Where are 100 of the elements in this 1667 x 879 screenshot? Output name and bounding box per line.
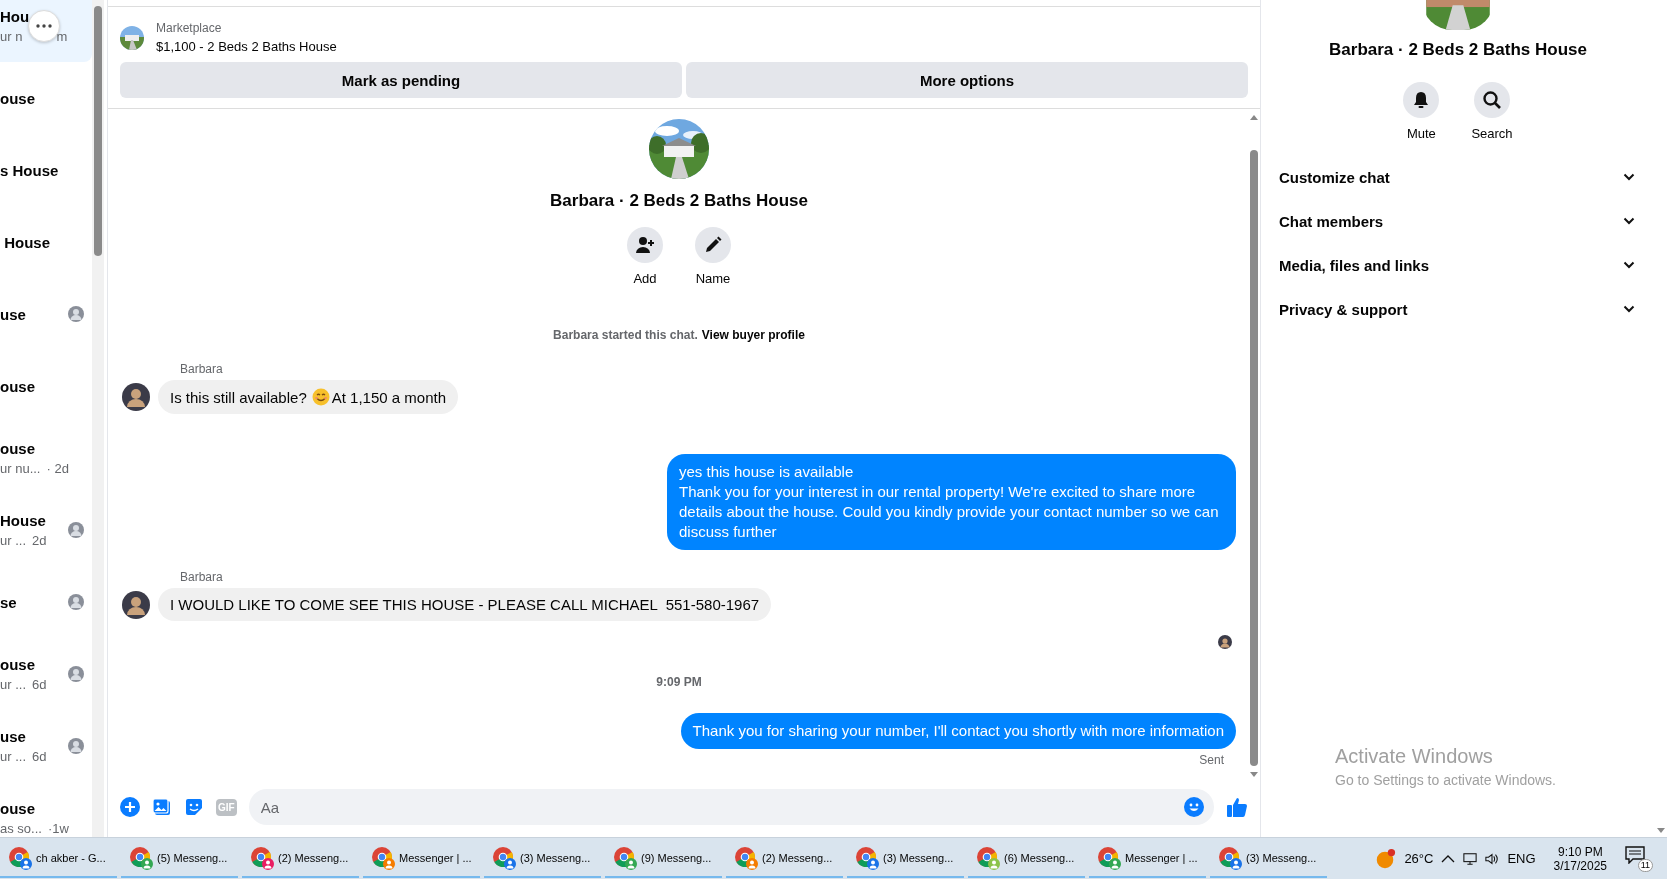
view-profile-link[interactable]: View buyer profile — [701, 328, 805, 342]
image-icon[interactable] — [152, 797, 172, 817]
conversation-time: 2d — [32, 533, 47, 548]
taskbar-item[interactable]: Messenger | ... — [363, 839, 480, 878]
more-icon — [36, 24, 52, 28]
search-button[interactable] — [1474, 82, 1510, 118]
language-indicator[interactable]: ENG — [1507, 851, 1536, 866]
conversation-time: 6d — [32, 677, 47, 692]
rename-button[interactable] — [695, 227, 731, 263]
section-header[interactable]: Chat members — [1279, 199, 1635, 243]
sticker-icon[interactable] — [184, 797, 204, 817]
section-header[interactable]: Customize chat — [1279, 155, 1635, 199]
taskbar-item[interactable]: (9) Messeng... — [605, 839, 722, 878]
activation-title: Activate Windows — [1335, 745, 1494, 768]
avatar — [122, 383, 150, 411]
timestamp: 9:09 PM — [656, 675, 702, 689]
conversation-preview: ur nu... — [0, 461, 41, 476]
conversation-title: se — [0, 593, 18, 611]
taskbar-item[interactable]: (2) Messeng... — [726, 839, 843, 878]
scroll-down-icon[interactable] — [1657, 828, 1665, 833]
conversation-preview: as so... — [0, 821, 42, 836]
mark-pending-button[interactable]: Mark as pending — [120, 62, 682, 98]
message-text: yes this house is available — [679, 462, 855, 482]
action-label: Search — [1471, 126, 1513, 141]
message-input[interactable]: Aa — [248, 789, 1214, 825]
conversation-item[interactable]: ouse ur ... 6d — [0, 638, 92, 710]
conversation-item[interactable]: use ur ... 6d — [0, 710, 92, 782]
scroll-down-icon[interactable] — [1250, 772, 1258, 777]
chat-title: Barbara · 2 Beds 2 Baths House — [550, 191, 808, 211]
search-icon — [1482, 90, 1502, 110]
conversation-title: ouse — [0, 656, 36, 673]
conversation-time: 6d — [32, 749, 47, 764]
mute-button[interactable] — [1403, 82, 1440, 118]
chat-notice: Barbara started this chat. — [553, 328, 698, 342]
conversation-item[interactable]: ouse — [0, 350, 92, 422]
conversation-title: House — [0, 512, 47, 529]
section-label: Chat members — [1279, 212, 1384, 230]
sender-name: Barbara — [180, 362, 224, 376]
conversation-time: ·1w — [47, 821, 69, 836]
listing-title: $1,100 - 2 Beds 2 Baths House — [156, 39, 337, 54]
conversation-title: ouse — [0, 377, 36, 395]
message-status: Sent — [1199, 753, 1224, 767]
taskbar-item[interactable]: (5) Messeng... — [121, 839, 238, 878]
network-icon[interactable] — [1463, 851, 1478, 866]
section-header[interactable]: Media, files and links — [1279, 243, 1635, 287]
scroll-up-icon[interactable] — [1250, 115, 1258, 120]
action-label: Mute — [1406, 126, 1436, 141]
action-label: Add — [633, 271, 657, 286]
taskbar-item[interactable]: (2) Messeng... — [242, 839, 359, 878]
action-label: Name — [695, 271, 731, 286]
conversation-item[interactable]: House ur ... 2d — [0, 494, 92, 566]
volume-icon[interactable] — [1485, 851, 1500, 866]
conversation-title: ouse — [0, 89, 36, 107]
taskbar-item[interactable]: (3) Messeng... — [484, 839, 601, 878]
conversation-title: use — [0, 728, 27, 745]
conversation-title: ouse — [0, 800, 36, 817]
conversation-time: · 2d — [46, 461, 69, 476]
conversation-title: ouse — [0, 440, 36, 457]
clock-date: 3/17/2025 — [1553, 858, 1607, 873]
add-person-button[interactable] — [627, 227, 663, 263]
section-label: Customize chat — [1279, 168, 1390, 186]
message-text: Thank you for your interest in our rental property! We're excited to share more details about the house. Could you kindly provide your contact number so we can discuss further — [679, 482, 1220, 542]
conversation-time: m — [56, 29, 68, 44]
temperature: 26°C — [1404, 851, 1434, 866]
listing-category: Marketplace — [156, 21, 223, 35]
thumbs-up-icon[interactable] — [1226, 796, 1248, 818]
section-header[interactable]: Privacy & support — [1279, 287, 1635, 331]
activation-text: Go to Settings to activate Windows. — [1335, 772, 1556, 788]
emoji-icon[interactable] — [1184, 797, 1204, 817]
taskbar-item[interactable]: (6) Messeng... — [968, 839, 1085, 878]
conversation-item[interactable]: House — [0, 206, 92, 278]
conversation-item[interactable]: ouse ur nu... · 2d — [0, 422, 92, 494]
message-text: I WOULD LIKE TO COME SEE THIS HOUSE - PLEASE CALL MICHAEL 551-580-1967 — [170, 596, 760, 613]
conversation-title: House — [3, 233, 51, 251]
taskbar-item[interactable]: (3) Messeng... — [1210, 839, 1327, 878]
avatar — [122, 590, 150, 619]
conversation-item[interactable]: ouse — [0, 62, 92, 134]
conversation-title: Hou — [0, 8, 31, 25]
conversation-preview: ur ... — [0, 677, 26, 692]
taskbar-item[interactable]: (3) Messeng... — [847, 839, 964, 878]
conversation-preview: ur ... — [0, 533, 26, 548]
taskbar-item[interactable]: ch akber - G... — [0, 839, 117, 878]
conversation-preview: ur n — [0, 29, 23, 44]
add-icon[interactable] — [120, 797, 140, 817]
taskbar-item[interactable]: Messenger | ... — [1089, 839, 1206, 878]
message-text: At 1,150 a month — [331, 388, 446, 406]
pencil-icon — [703, 235, 723, 255]
conversation-item[interactable]: ouse as so... ·1w — [0, 782, 92, 837]
more-options-button[interactable]: More options — [686, 62, 1248, 98]
sender-name: Barbara — [180, 570, 224, 584]
conversation-item[interactable]: use — [0, 278, 92, 350]
clock-time: 9:10 PM — [1557, 844, 1603, 859]
section-label: Media, files and links — [1279, 256, 1430, 274]
message-text: Thank you for sharing your number, I'll contact you shortly with more information — [692, 721, 1224, 741]
scrollbar[interactable] — [92, 0, 104, 837]
message-text: Is this still available? — [170, 388, 307, 406]
conversation-title: use — [0, 305, 27, 323]
seen-avatar — [1218, 635, 1232, 649]
conversation-item[interactable]: s House — [0, 134, 92, 206]
conversation-item[interactable]: se — [0, 566, 92, 638]
